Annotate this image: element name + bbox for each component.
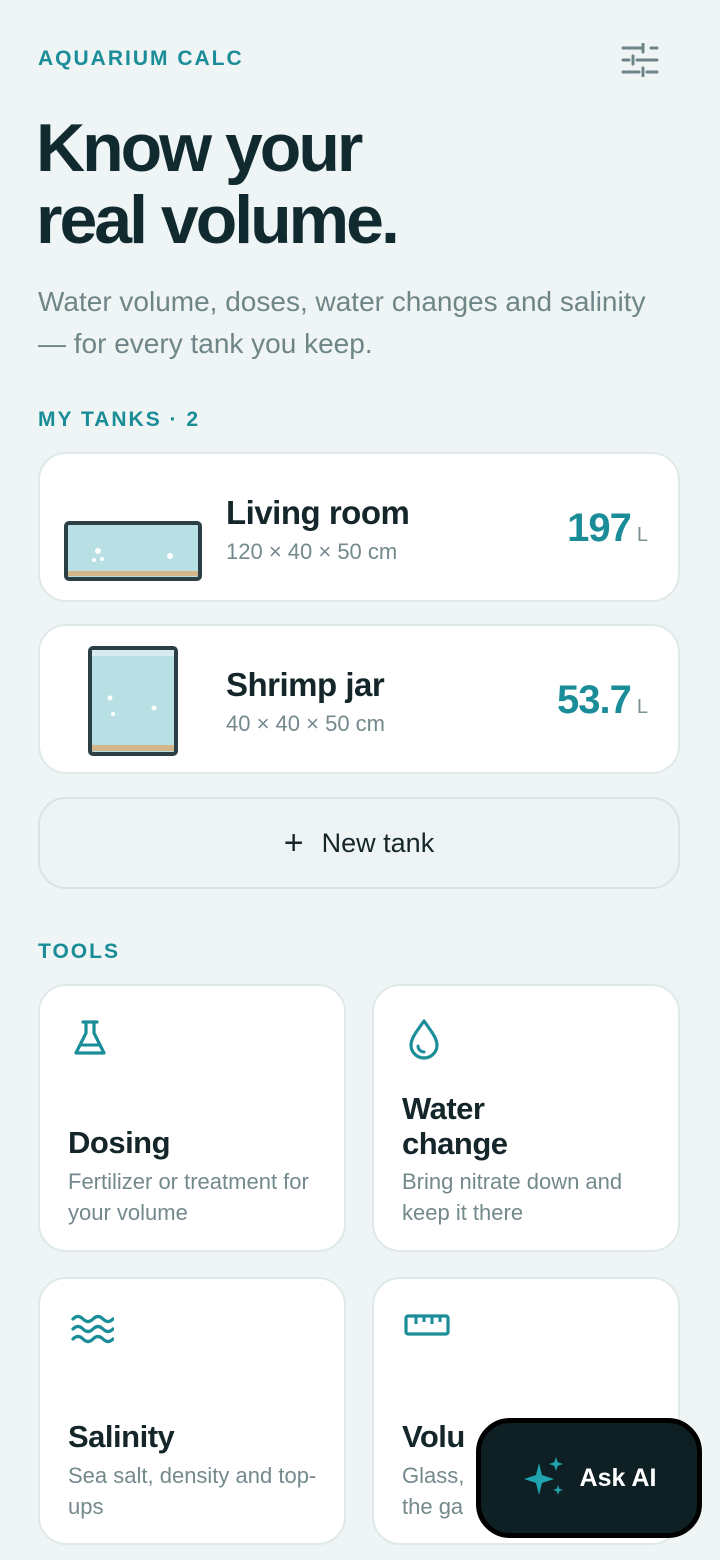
tank-volume: 197 L xyxy=(567,506,648,551)
tool-title: Water change xyxy=(402,1091,662,1161)
sparkle-icon xyxy=(523,1457,563,1495)
droplet-icon xyxy=(409,1019,439,1060)
hero-title-line1: Know your xyxy=(36,110,363,186)
tank-card-living-room[interactable]: Living room 120 × 40 × 50 cm 197 L xyxy=(38,452,680,602)
tank-volume: 53.7 L xyxy=(557,678,648,723)
ask-ai-button[interactable]: Ask AI xyxy=(476,1418,702,1538)
tank-volume-value: 197 xyxy=(567,506,632,550)
waves-icon xyxy=(71,1314,114,1344)
tank-name: Living room xyxy=(226,494,410,531)
tools-heading: TOOLS xyxy=(38,940,120,963)
flask-icon xyxy=(74,1020,106,1055)
tank-volume-unit: L xyxy=(636,696,648,718)
new-tank-label: New tank xyxy=(321,827,435,858)
tool-description: Sea salt, density and top-ups xyxy=(68,1463,317,1519)
tank-tall-illustration xyxy=(88,646,178,756)
tool-title-line1: Water xyxy=(402,1091,485,1126)
tank-card-shrimp-jar[interactable]: Shrimp jar 40 × 40 × 50 cm 53.7 L xyxy=(38,624,680,774)
tank-dimensions: 120 × 40 × 50 cm xyxy=(226,539,398,564)
plus-icon: + xyxy=(283,824,304,862)
hero-subtitle: Water volume, doses, water changes and s… xyxy=(38,286,646,359)
tool-description-line1: Glass, xyxy=(402,1463,465,1488)
tool-card-water-change[interactable]: Water change Bring nitrate down and keep… xyxy=(372,984,680,1252)
tool-description: Bring nitrate down and keep it there xyxy=(402,1169,623,1225)
new-tank-button[interactable]: + New tank xyxy=(38,797,680,889)
sliders-icon xyxy=(621,43,659,77)
tank-dimensions: 40 × 40 × 50 cm xyxy=(226,711,385,736)
tank-volume-unit: L xyxy=(636,524,648,546)
ask-ai-label: Ask AI xyxy=(579,1463,657,1492)
tank-name: Shrimp jar xyxy=(226,666,385,703)
ruler-icon xyxy=(404,1314,450,1336)
tool-card-salinity[interactable]: Salinity Sea salt, density and top-ups xyxy=(38,1277,346,1545)
tool-title: Salinity xyxy=(68,1419,175,1454)
tool-title-line2: change xyxy=(402,1126,508,1161)
tank-volume-value: 53.7 xyxy=(557,678,632,722)
tool-card-dosing[interactable]: Dosing Fertilizer or treatment for your … xyxy=(38,984,346,1252)
tool-description: Fertilizer or treatment for your volume xyxy=(68,1169,309,1225)
tank-wide-illustration xyxy=(64,521,202,581)
app-eyebrow: AQUARIUM CALC xyxy=(38,47,244,70)
hero-title: Know your real volume. xyxy=(36,110,400,258)
tool-description-line2: the ga xyxy=(402,1494,464,1519)
tanks-heading: MY TANKS · 2 xyxy=(38,408,201,431)
hero-title-line2: real volume. xyxy=(36,182,400,258)
tool-title: Dosing xyxy=(68,1125,171,1160)
settings-button[interactable] xyxy=(616,38,664,82)
